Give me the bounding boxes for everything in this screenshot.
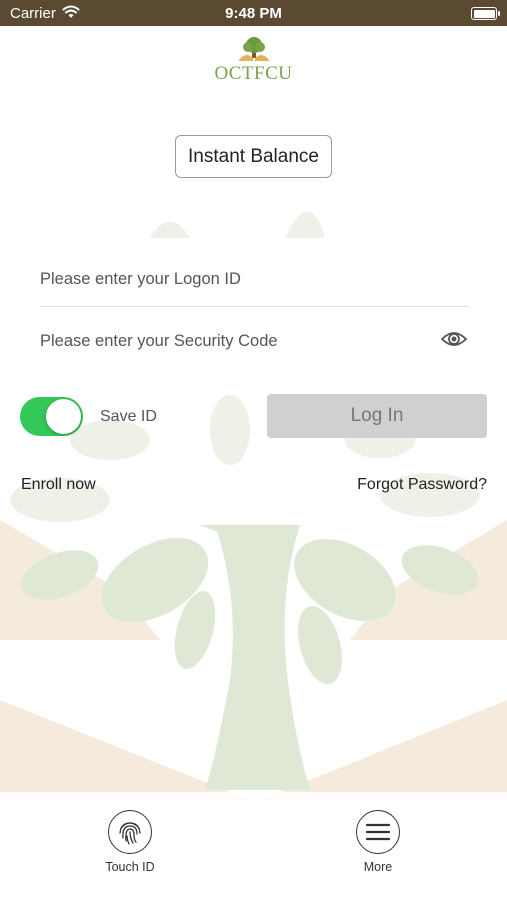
touch-id-button[interactable]: Touch ID <box>90 810 170 874</box>
save-id-label: Save ID <box>100 408 157 425</box>
log-in-button[interactable]: Log In <box>267 394 487 438</box>
forgot-password-link[interactable]: Forgot Password? <box>357 476 487 494</box>
more-label: More <box>363 860 393 874</box>
octfcu-logo: OCTFCU <box>200 36 307 88</box>
battery-icon <box>471 7 500 20</box>
enroll-now-link[interactable]: Enroll now <box>21 476 96 494</box>
logo-text: OCTFCU <box>214 63 293 84</box>
logon-id-input[interactable]: Please enter your Logon ID <box>40 252 468 307</box>
save-id-toggle[interactable] <box>20 397 83 436</box>
toggle-knob <box>46 399 81 434</box>
instant-balance-button[interactable]: Instant Balance <box>175 135 332 178</box>
logon-id-placeholder: Please enter your Logon ID <box>40 269 241 288</box>
status-bar: Carrier 9:48 PM <box>0 0 507 26</box>
security-code-placeholder: Please enter your Security Code <box>40 331 278 350</box>
touch-id-label: Touch ID <box>105 860 155 874</box>
security-code-input[interactable]: Please enter your Security Code <box>40 321 468 361</box>
tree-logo-icon <box>238 37 269 61</box>
menu-icon <box>356 810 400 854</box>
more-button[interactable]: More <box>338 810 418 874</box>
fingerprint-icon <box>108 810 152 854</box>
bottom-bar: Touch ID More <box>0 792 507 900</box>
status-time: 9:48 PM <box>225 5 282 22</box>
show-password-eye-icon[interactable] <box>440 329 468 354</box>
